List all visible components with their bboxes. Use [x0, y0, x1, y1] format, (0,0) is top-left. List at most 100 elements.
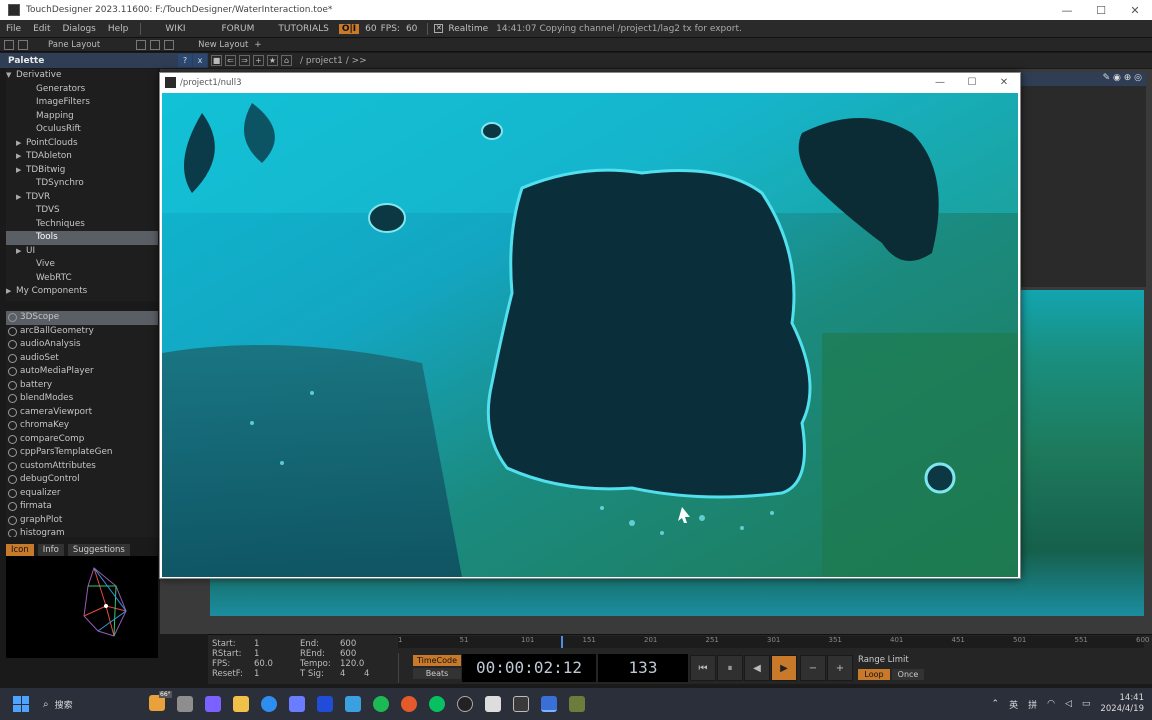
palette-component-item[interactable]: 3DScope	[6, 311, 158, 325]
maximize-icon[interactable]: ☐	[1084, 4, 1118, 17]
back-icon[interactable]: ⇐	[225, 55, 236, 66]
unreal-icon[interactable]	[457, 696, 473, 712]
rewind-icon[interactable]: ⏮	[690, 655, 716, 681]
viewer-minimize-icon[interactable]: —	[924, 77, 956, 88]
link-wiki[interactable]: WIKI	[159, 24, 191, 34]
collapsed-arrow-icon[interactable]: ▶	[16, 191, 26, 205]
play-icon[interactable]: ▶	[771, 655, 797, 681]
end-field[interactable]: 600	[340, 639, 356, 649]
link-forum[interactable]: FORUM	[216, 24, 261, 34]
palette-tree-item[interactable]: ▶ UI	[6, 245, 158, 259]
palette-component-item[interactable]: arcBallGeometry	[6, 325, 158, 339]
palette-component-item[interactable]: blendModes	[6, 392, 158, 406]
menu-help[interactable]: Help	[102, 24, 135, 34]
spotify-icon[interactable]	[373, 696, 389, 712]
timecode-display[interactable]: 00:00:02:12	[462, 654, 596, 682]
pen-app-icon[interactable]	[345, 696, 361, 712]
split-horizontal-icon[interactable]	[136, 39, 147, 50]
palette-component-item[interactable]: histogram	[6, 527, 158, 537]
resetf-field[interactable]: 1	[254, 669, 259, 679]
menu-file[interactable]: File	[0, 24, 27, 34]
collapsed-arrow-icon[interactable]: ▶	[16, 137, 26, 151]
link-tutorials[interactable]: TUTORIALS	[272, 24, 334, 34]
expanded-arrow-icon[interactable]: ▼	[6, 69, 16, 83]
l-app-icon[interactable]	[317, 696, 333, 712]
floating-viewer-window[interactable]: /project1/null3 — ☐ ✕	[159, 72, 1021, 579]
new-layout-button[interactable]: New Layout	[192, 40, 254, 50]
palette-component-item[interactable]: graphPlot	[6, 514, 158, 528]
timeline-ruler[interactable]: 1 51 101 151 201 251 301 351 401 451 501 551 600	[398, 636, 1149, 648]
file-explorer-icon[interactable]	[233, 696, 249, 712]
palette-tree-item[interactable]: Techniques	[6, 218, 158, 232]
edge-icon[interactable]	[261, 696, 277, 712]
palette-tree-item[interactable]: Generators	[6, 83, 158, 97]
palette-tree-item[interactable]: ImageFilters	[6, 96, 158, 110]
td-viewer-taskbar-icon[interactable]	[569, 696, 585, 712]
palette-tree-item[interactable]: TDSynchro	[6, 177, 158, 191]
palette-component-item[interactable]: cameraViewport	[6, 406, 158, 420]
palette-tree-item[interactable]: OculusRift	[6, 123, 158, 137]
wifi-icon[interactable]: ◠	[1047, 699, 1055, 709]
palette-component-item[interactable]: firmata	[6, 500, 158, 514]
viewer-close-icon[interactable]: ✕	[988, 77, 1020, 88]
taskbar-search[interactable]: ⌕ 搜索	[43, 698, 143, 711]
palette-close-button[interactable]: x	[193, 54, 207, 67]
weather-widget[interactable]: 66°	[143, 690, 172, 714]
clock[interactable]: 14:41 2024/4/19	[1100, 693, 1144, 715]
palette-tree-item[interactable]: Tools	[6, 231, 158, 245]
add-layout-button[interactable]: +	[254, 40, 261, 50]
capture-icon[interactable]	[513, 696, 529, 712]
wechat-icon[interactable]	[429, 696, 445, 712]
minimize-icon[interactable]: —	[1050, 4, 1084, 17]
close-icon[interactable]: ✕	[1118, 4, 1152, 17]
palette-tree-item[interactable]: Mapping	[6, 110, 158, 124]
add-icon[interactable]: +	[253, 55, 264, 66]
rend-field[interactable]: 600	[340, 649, 356, 659]
panel-tools-icon[interactable]: ✎ ◉ ⊕ ◎	[1103, 73, 1142, 83]
battery-icon[interactable]: ▭	[1082, 699, 1091, 709]
palette-tree-item[interactable]: ▼ Derivative	[6, 69, 158, 83]
start-field[interactable]: 1	[254, 639, 259, 649]
tray-expand-icon[interactable]: ⌃	[992, 699, 1000, 709]
viewer-maximize-icon[interactable]: ☐	[956, 77, 988, 88]
viewer-titlebar[interactable]: /project1/null3 — ☐ ✕	[160, 73, 1020, 92]
viewer-canvas[interactable]	[162, 93, 1018, 577]
home-icon[interactable]: ⌂	[281, 55, 292, 66]
palette-component-item[interactable]: battery	[6, 379, 158, 393]
palette-component-item[interactable]: equalizer	[6, 487, 158, 501]
collapsed-arrow-icon[interactable]: ▶	[16, 164, 26, 178]
palette-tab-info[interactable]: Info	[37, 544, 64, 556]
menu-edit[interactable]: Edit	[27, 24, 56, 34]
palette-component-item[interactable]: cppParsTemplateGen	[6, 446, 158, 460]
palette-component-item[interactable]: audioSet	[6, 352, 158, 366]
pause-icon[interactable]: ⏸	[717, 655, 743, 681]
perf-mode-button[interactable]: O|I	[338, 23, 360, 34]
anchor-icon[interactable]	[18, 39, 28, 50]
palette-component-item[interactable]: compareComp	[6, 433, 158, 447]
palette-component-item[interactable]: customAttributes	[6, 460, 158, 474]
media-app-icon[interactable]	[401, 696, 417, 712]
pane-layout-label[interactable]: Pane Layout	[42, 40, 106, 50]
palette-tree-item[interactable]: ▶ TDBitwig	[6, 164, 158, 178]
step-back-icon[interactable]: ◀	[744, 655, 770, 681]
palette-tab-icon[interactable]: Icon	[6, 544, 34, 556]
loop-button[interactable]: Loop	[858, 669, 890, 680]
step-plus-icon[interactable]: +	[827, 655, 853, 681]
network-path[interactable]: / project1 / >>	[300, 56, 367, 66]
volume-icon[interactable]: ◁	[1065, 699, 1072, 709]
once-button[interactable]: Once	[892, 669, 924, 680]
split-vertical-icon[interactable]	[150, 39, 161, 50]
palette-tab-suggestions[interactable]: Suggestions	[67, 544, 130, 556]
beats-mode-button[interactable]: Beats	[413, 668, 461, 679]
timecode-mode-button[interactable]: TimeCode	[413, 655, 461, 666]
layout-icon[interactable]	[4, 39, 14, 50]
tsig-field-a[interactable]: 4	[340, 669, 364, 679]
palette-tree-item[interactable]: ▶ PointClouds	[6, 137, 158, 151]
palette-component-item[interactable]: autoMediaPlayer	[6, 365, 158, 379]
split-grid-icon[interactable]	[164, 39, 175, 50]
task-view-icon[interactable]	[177, 696, 193, 712]
touchdesigner-taskbar-icon[interactable]	[541, 696, 557, 712]
stop-icon[interactable]: ■	[211, 55, 222, 66]
palette-tree-item[interactable]: ▶ TDAbleton	[6, 150, 158, 164]
palette-component-item[interactable]: debugControl	[6, 473, 158, 487]
